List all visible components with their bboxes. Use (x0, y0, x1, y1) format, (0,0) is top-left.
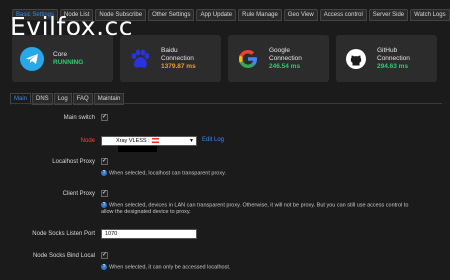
card-status: 246.54 ms (269, 62, 301, 70)
client-proxy-help-text-2: allow the designated device to proxy. (101, 209, 191, 216)
github-icon (344, 47, 368, 71)
status-card-github: GitHub Connection 294.63 ms (336, 35, 437, 82)
socks-bind-help: ? When selected, it can only be accessed … (101, 264, 230, 271)
status-card-baidu: Baidu Connection 1379.87 ms (120, 35, 221, 82)
tab-other-settings[interactable]: Other Settings (148, 9, 195, 21)
card-sub: Connection (161, 54, 194, 62)
localhost-proxy-checkbox[interactable]: ✓ (101, 158, 108, 165)
card-name: Google (269, 46, 290, 54)
help-icon: ? (101, 202, 107, 208)
baidu-paw-icon (128, 47, 152, 71)
card-status: 294.63 ms (377, 62, 409, 70)
edit-log-link[interactable]: Edit Log (202, 137, 224, 143)
client-proxy-checkbox[interactable]: ✓ (101, 190, 108, 197)
tab-app-update[interactable]: App Update (196, 9, 237, 21)
status-cards: Core RUNNING Baidu Connection 1379.87 ms (12, 35, 437, 82)
client-proxy-help: ? When selected, devices in LAN can trans… (101, 202, 441, 216)
tab-server-side[interactable]: Server Side (368, 9, 409, 21)
card-name: GitHub (377, 46, 398, 54)
node-select[interactable]: Xray VLESS : ▼ (101, 136, 197, 152)
flag-icon (151, 138, 159, 144)
main-switch-checkbox[interactable]: ✓ (101, 114, 108, 121)
google-icon (236, 47, 260, 71)
localhost-proxy-label: Localhost Proxy (52, 159, 95, 165)
telegram-icon (20, 46, 44, 71)
localhost-proxy-help-text: When selected, localhost can transparent… (109, 170, 226, 177)
help-icon: ? (101, 170, 107, 176)
main-switch-label: Main switch (63, 115, 95, 121)
card-name: Baidu (161, 46, 178, 54)
tab-rule-manage[interactable]: Rule Manage (238, 9, 282, 21)
tab-geo-view[interactable]: Geo View (283, 9, 318, 21)
card-sub: Connection (377, 54, 410, 62)
card-status: RUNNING (53, 58, 84, 66)
socks-bind-checkbox[interactable]: ✓ (101, 252, 108, 259)
tab-access-control[interactable]: Access control (319, 9, 367, 21)
socks-bind-label: Node Socks Bind Local (32, 253, 95, 259)
node-select-value: Xray VLESS : (116, 138, 150, 144)
card-status: 1379.87 ms (161, 62, 196, 70)
status-card-google: Google Connection 246.54 ms (228, 35, 329, 82)
localhost-proxy-help: ? When selected, localhost can transparen… (101, 170, 226, 177)
card-sub: Connection (269, 54, 302, 62)
tabs-divider (10, 103, 442, 104)
socks-bind-help-text: When selected, it can only be accessed l… (109, 264, 231, 271)
chevron-down-icon: ▼ (189, 138, 194, 144)
card-name: Core (53, 50, 68, 58)
socks-port-label: Node Socks Listen Port (32, 231, 95, 237)
socks-port-input[interactable]: 1070 (101, 229, 197, 239)
redacted-block (118, 145, 157, 152)
node-label: Node (80, 138, 95, 144)
help-icon: ? (101, 264, 107, 270)
tab-watch-logs[interactable]: Watch Logs (410, 9, 450, 21)
status-card-core: Core RUNNING (12, 35, 113, 82)
client-proxy-label: Client Proxy (62, 191, 95, 197)
client-proxy-help-text-1: When selected, devices in LAN can transp… (109, 202, 409, 209)
